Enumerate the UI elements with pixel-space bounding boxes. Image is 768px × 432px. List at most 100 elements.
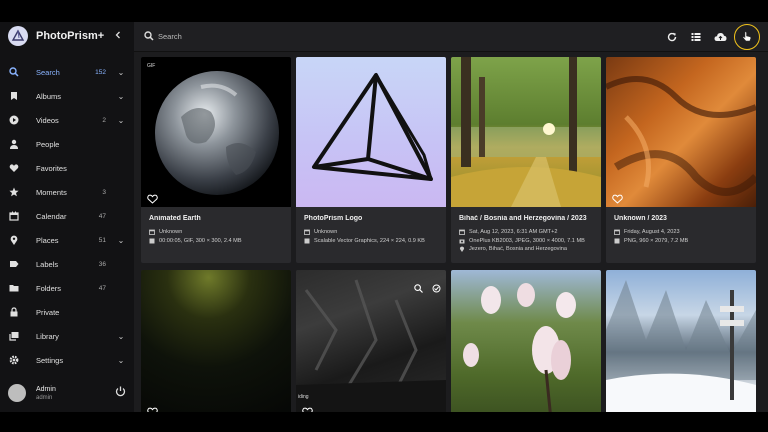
photo-card[interactable]	[606, 270, 756, 412]
sidebar-item-label: Private	[36, 307, 60, 317]
brand: PhotoPrism+	[0, 22, 134, 50]
photo-thumbnail[interactable]	[296, 270, 446, 412]
calendar-icon	[8, 210, 20, 222]
user-role: admin	[36, 394, 53, 401]
user-name: Admin	[36, 385, 56, 393]
sidebar-item-label: Albums	[36, 91, 62, 101]
refresh-icon[interactable]	[662, 27, 682, 47]
lock-icon	[8, 306, 20, 318]
sidebar-item-label: Library	[36, 331, 59, 341]
sidebar-item-settings[interactable]: Settings ⌄	[0, 348, 134, 372]
sidebar-item-label: People	[36, 139, 60, 149]
sidebar-item-label: Search	[36, 67, 60, 77]
photoprism-logo[interactable]	[8, 26, 28, 46]
photo-card[interactable]: PhotoPrism Logo Unknown Scalable Vector …	[296, 57, 446, 263]
sidebar-item-labels[interactable]: Labels 36	[0, 252, 134, 276]
sidebar: PhotoPrism+ Search 152 ⌄ Albums ⌄ Videos	[0, 22, 134, 412]
sidebar-item-search[interactable]: Search 152 ⌄	[0, 60, 134, 84]
sidebar-item-favorites[interactable]: Favorites	[0, 156, 134, 180]
photo-thumbnail[interactable]	[141, 57, 291, 207]
avatar[interactable]	[8, 384, 26, 402]
photo-meta: Bihać / Bosnia and Herzegovina / 2023 Sa…	[451, 207, 601, 263]
sidebar-item-private[interactable]: Private	[0, 300, 134, 324]
photo-title: Animated Earth	[149, 215, 201, 222]
sidebar-item-count: 3	[102, 188, 106, 196]
photo-thumbnail[interactable]	[451, 57, 601, 207]
photo-thumbnail[interactable]	[451, 270, 601, 412]
play-icon	[8, 114, 20, 126]
sidebar-item-library[interactable]: Library ⌄	[0, 324, 134, 348]
camera-icon	[459, 238, 466, 244]
file-icon	[304, 238, 311, 244]
photo-card[interactable]	[451, 270, 601, 412]
heart-icon	[8, 162, 20, 174]
photo-date: Unknown	[304, 228, 438, 237]
photo-card[interactable]: Bihać / Bosnia and Herzegovina / 2023 Sa…	[451, 57, 601, 263]
app-title: PhotoPrism+	[36, 30, 105, 42]
calendar-icon	[459, 229, 466, 236]
favorite-heart-icon[interactable]	[147, 404, 159, 412]
photo-thumbnail[interactable]	[606, 57, 756, 207]
photo-file-info: PNG, 960 × 2079, 7.2 MB	[614, 237, 748, 246]
sidebar-item-albums[interactable]: Albums ⌄	[0, 84, 134, 108]
sidebar-item-count: 2	[102, 116, 106, 124]
zoom-icon[interactable]	[414, 280, 423, 298]
search-input[interactable]: Search	[144, 30, 662, 43]
favorite-heart-icon[interactable]	[302, 404, 314, 412]
photo-meta: Animated Earth Unknown 00:00:05, GIF, 30…	[141, 207, 291, 263]
sidebar-item-videos[interactable]: Videos 2 ⌄	[0, 108, 134, 132]
photo-title: PhotoPrism Logo	[304, 215, 363, 222]
sidebar-item-label: Favorites	[36, 163, 67, 173]
calendar-icon	[149, 229, 156, 236]
calendar-icon	[304, 229, 311, 236]
photo-camera-info: OnePlus KB2003, JPEG, 3000 × 4000, 7.1 M…	[459, 237, 593, 246]
photo-card[interactable]: GIF Animated Earth Unknown 00:00:05, GIF…	[141, 57, 291, 263]
favorite-heart-icon[interactable]	[147, 191, 159, 204]
photo-thumbnail[interactable]	[141, 270, 291, 412]
chevron-down-icon[interactable]: ⌄	[114, 332, 128, 341]
sidebar-item-moments[interactable]: Moments 3	[0, 180, 134, 204]
cloud-upload-icon[interactable]	[710, 27, 730, 47]
library-icon	[8, 330, 20, 342]
app-window: PhotoPrism+ Search 152 ⌄ Albums ⌄ Videos	[0, 22, 768, 412]
chevron-down-icon[interactable]: ⌄	[114, 116, 128, 125]
list-view-icon[interactable]	[686, 27, 706, 47]
sidebar-item-people[interactable]: People	[0, 132, 134, 156]
chevron-down-icon[interactable]: ⌄	[114, 92, 128, 101]
pin-icon	[459, 246, 466, 253]
pin-icon	[8, 234, 20, 246]
select-icon[interactable]	[432, 280, 441, 298]
sidebar-item-label: Places	[36, 235, 59, 245]
photo-date: Unknown	[149, 228, 283, 237]
person-icon	[8, 138, 20, 150]
photo-thumbnail[interactable]	[606, 270, 756, 412]
chevron-down-icon[interactable]: ⌄	[114, 356, 128, 365]
chevron-down-icon[interactable]: ⌄	[114, 236, 128, 245]
photo-title: Unknown / 2023	[614, 215, 667, 222]
label-icon	[8, 258, 20, 270]
sidebar-item-label: Settings	[36, 355, 64, 365]
sidebar-item-places[interactable]: Places 51 ⌄	[0, 228, 134, 252]
sidebar-item-count: 47	[98, 284, 106, 292]
folder-icon	[8, 282, 20, 294]
media-type-badge: GIF	[147, 63, 156, 69]
photo-thumbnail[interactable]	[296, 57, 446, 207]
sidebar-item-label: Calendar	[36, 211, 67, 221]
file-icon	[149, 238, 156, 244]
logout-icon[interactable]	[115, 384, 126, 402]
photo-date: Friday, August 4, 2023	[614, 228, 748, 237]
photo-card[interactable]: Unknown / 2023 Friday, August 4, 2023 PN…	[606, 57, 756, 263]
user-account[interactable]: Admin admin	[0, 378, 134, 408]
photo-card[interactable]: iding	[296, 270, 446, 412]
sidebar-item-folders[interactable]: Folders 47	[0, 276, 134, 300]
photo-card[interactable]	[141, 270, 291, 412]
search-icon	[8, 66, 20, 78]
photo-file-info: Scalable Vector Graphics, 224 × 224, 0.9…	[304, 237, 438, 246]
sidebar-nav: Search 152 ⌄ Albums ⌄ Videos 2 ⌄ People	[0, 60, 134, 372]
favorite-heart-icon[interactable]	[612, 191, 624, 204]
gear-icon	[8, 354, 20, 366]
chevron-down-icon[interactable]: ⌄	[114, 68, 128, 77]
sidebar-item-count: 36	[98, 260, 106, 268]
sidebar-item-calendar[interactable]: Calendar 47	[0, 204, 134, 228]
collapse-sidebar-icon[interactable]	[114, 31, 122, 42]
